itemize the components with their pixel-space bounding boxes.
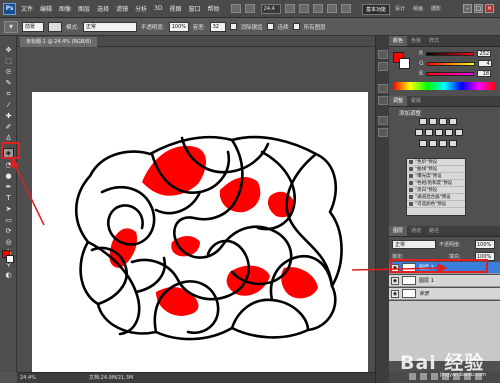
arrow-head-left xyxy=(10,156,20,168)
arrow-to-layer xyxy=(351,267,441,271)
baidu-watermark-url: jingyan.baidu.com xyxy=(440,372,487,378)
baidu-watermark: Bai 经验 xyxy=(400,352,485,374)
arrow-head-right xyxy=(437,262,448,274)
arrow-to-paint-bucket xyxy=(13,162,45,226)
annotation-arrows xyxy=(10,156,448,274)
